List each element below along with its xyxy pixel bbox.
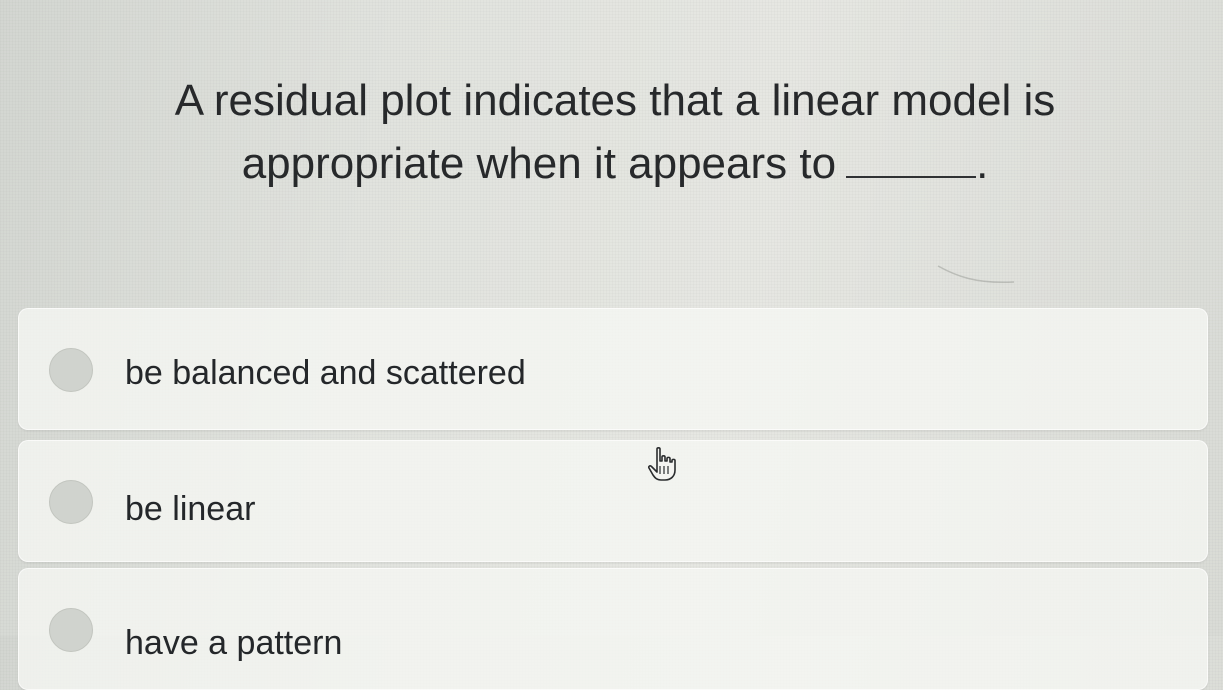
answer-option-2[interactable]: be linear xyxy=(18,440,1208,562)
answer-option-1-label: be balanced and scattered xyxy=(125,354,526,392)
answer-option-3[interactable]: have a pattern xyxy=(18,568,1208,690)
radio-button-option-3[interactable] xyxy=(49,608,93,652)
radio-button-option-1[interactable] xyxy=(49,348,93,392)
question-line-1: A residual plot indicates that a linear … xyxy=(174,76,1056,125)
screen-scratch-mark xyxy=(937,265,1015,284)
question-text: A residual plot indicates that a linear … xyxy=(120,70,1110,195)
answer-option-1[interactable]: be balanced and scattered xyxy=(18,308,1208,430)
hand-pointer-icon xyxy=(647,447,676,481)
answer-blank xyxy=(846,132,977,178)
question-line-2: appropriate when it appears to. xyxy=(120,132,1110,195)
question-period: . xyxy=(976,139,989,188)
answer-option-2-label: be linear xyxy=(125,490,256,528)
question-line-2-text: appropriate when it appears to xyxy=(241,139,837,188)
answer-option-3-label: have a pattern xyxy=(125,624,343,662)
radio-button-option-2[interactable] xyxy=(49,480,93,524)
